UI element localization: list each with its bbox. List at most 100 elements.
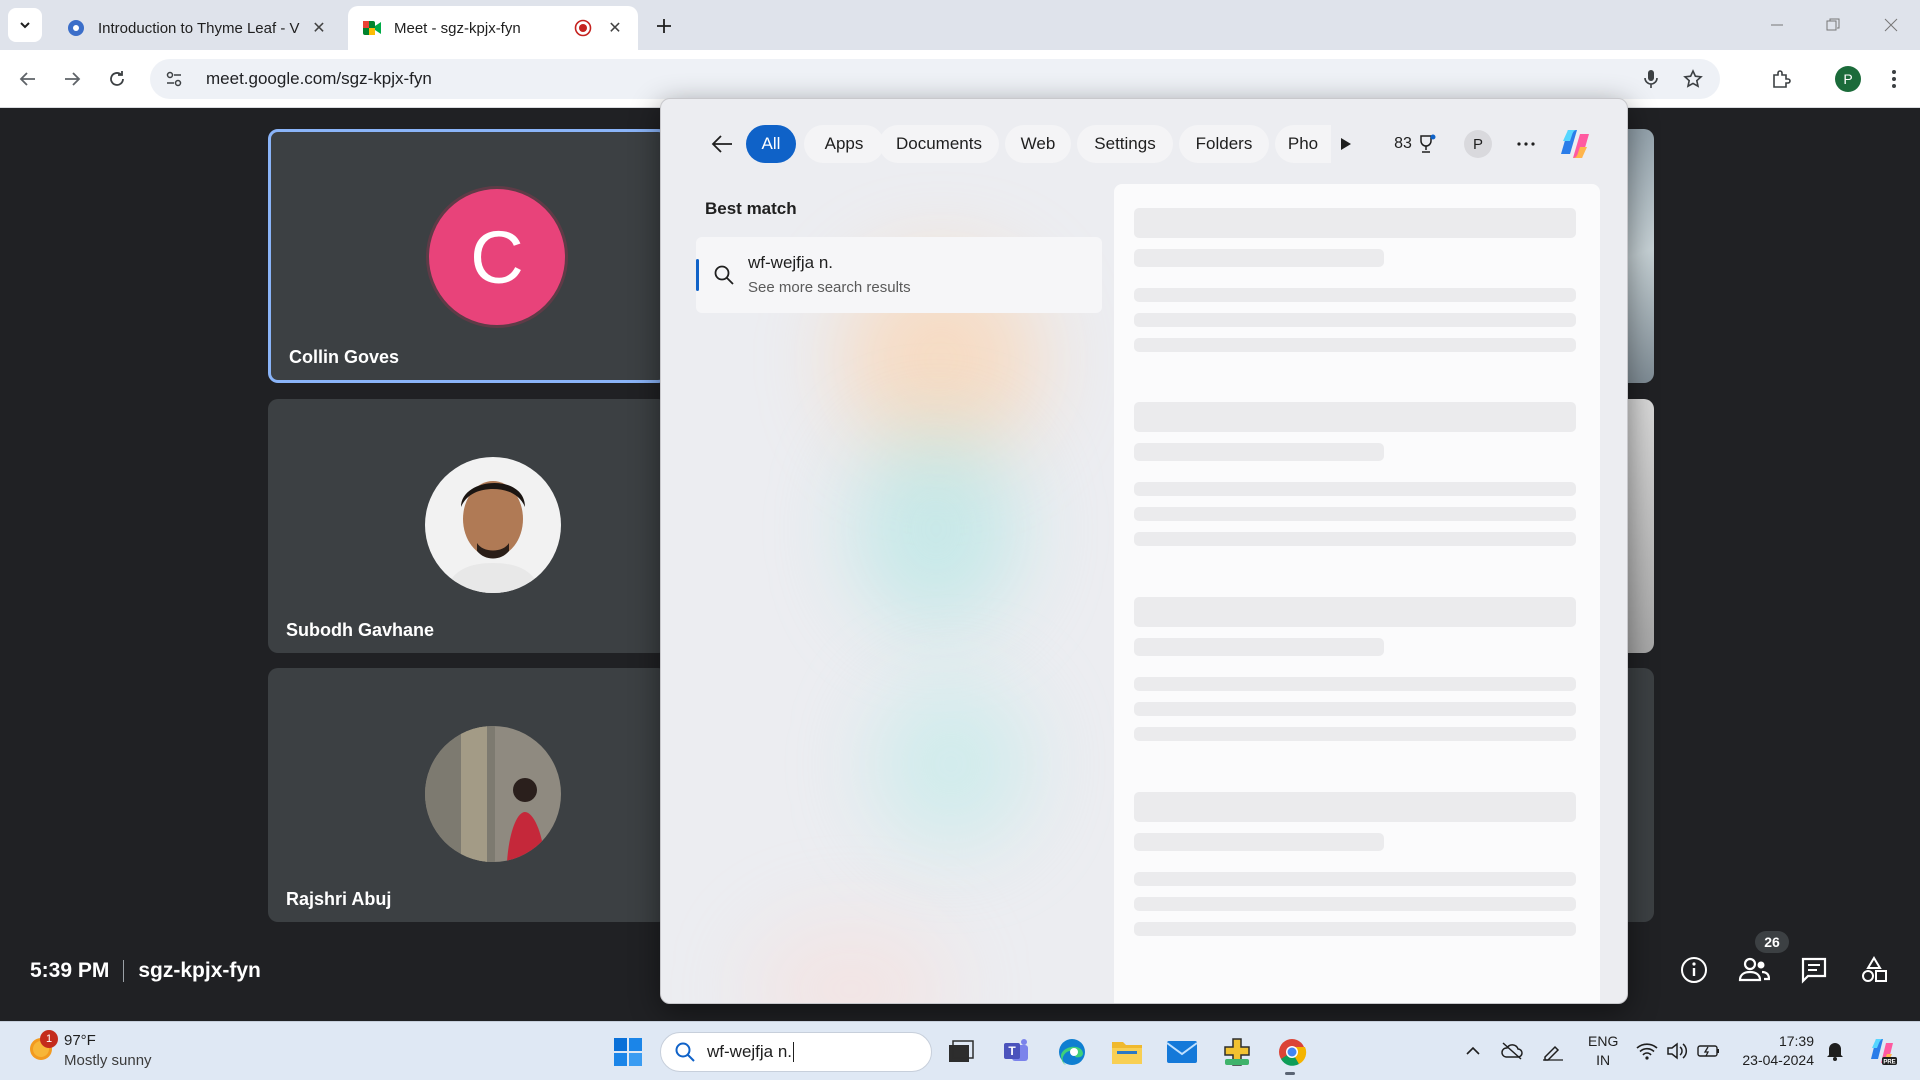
location-tray[interactable] — [1538, 1036, 1568, 1066]
minimize-button[interactable] — [1762, 10, 1792, 40]
loading-placeholder — [1134, 922, 1576, 936]
battery-tray[interactable] — [1694, 1036, 1724, 1066]
loading-placeholder — [1134, 507, 1576, 521]
weather-condition: Mostly sunny — [64, 1052, 152, 1069]
file-explorer-app[interactable] — [1107, 1032, 1147, 1072]
meeting-details-button[interactable] — [1674, 950, 1714, 990]
tab-meet[interactable]: Meet - sgz-kpjx-fyn ✕ — [348, 6, 638, 50]
browser-menu-button[interactable] — [1878, 63, 1910, 95]
filter-all[interactable]: All — [746, 125, 796, 163]
tab-title: Introduction to Thyme Leaf - V — [98, 19, 300, 37]
extensions-button[interactable] — [1765, 63, 1797, 95]
close-tab-icon[interactable]: ✕ — [310, 19, 328, 37]
system-clock[interactable]: 17:39 23-04-2024 — [1732, 1032, 1814, 1070]
best-match-heading: Best match — [705, 199, 797, 218]
cloud-off-icon — [1501, 1042, 1523, 1060]
rewards-points[interactable]: 83 — [1391, 129, 1439, 159]
back-button[interactable] — [12, 63, 44, 95]
arrow-left-icon — [19, 72, 35, 86]
close-tab-icon[interactable]: ✕ — [606, 19, 624, 37]
profile-button[interactable]: P — [1832, 63, 1864, 95]
tab-search-button[interactable] — [8, 8, 42, 42]
avatar — [425, 457, 561, 593]
browser-tab-bar: Introduction to Thyme Leaf - V ✕ Meet - … — [0, 0, 1920, 50]
filter-documents[interactable]: Documents — [879, 125, 999, 163]
more-vertical-icon — [1892, 70, 1896, 88]
restore-button[interactable] — [1818, 10, 1848, 40]
new-tab-button[interactable] — [650, 12, 678, 40]
loading-placeholder — [1134, 402, 1576, 432]
copilot-taskbar-button[interactable]: PRE — [1864, 1033, 1900, 1069]
url-text[interactable]: meet.google.com/sgz-kpjx-fyn — [206, 69, 1636, 89]
filter-apps[interactable]: Apps — [804, 125, 884, 163]
avatar: P — [1835, 66, 1861, 92]
task-view-button[interactable] — [941, 1032, 981, 1072]
loading-placeholder — [1134, 727, 1576, 741]
back-button[interactable] — [705, 127, 739, 161]
people-button[interactable] — [1734, 950, 1774, 990]
loading-placeholder — [1134, 443, 1384, 461]
site-settings-icon[interactable] — [162, 67, 186, 91]
search-result-item[interactable]: wf-wejfja n. See more search results — [696, 237, 1102, 313]
search-query[interactable]: wf-wejfja n. — [707, 1042, 792, 1061]
participant-tile-collin[interactable]: C Collin Goves — [268, 129, 668, 383]
copilot-button[interactable] — [1553, 122, 1597, 166]
copilot-icon — [1561, 130, 1589, 158]
filter-folders[interactable]: Folders — [1179, 125, 1269, 163]
search-flyout: All Apps Documents Web Settings Folders … — [660, 98, 1628, 1004]
meeting-code: sgz-kpjx-fyn — [138, 959, 261, 982]
taskbar-search-box[interactable]: wf-wejfja n. — [660, 1032, 932, 1072]
filter-web[interactable]: Web — [1005, 125, 1071, 163]
filter-settings[interactable]: Settings — [1077, 125, 1173, 163]
play-right-icon — [1341, 138, 1351, 150]
mail-icon — [1166, 1041, 1198, 1063]
recording-icon — [574, 19, 592, 37]
chrome-app[interactable] — [1272, 1032, 1312, 1072]
onedrive-tray[interactable] — [1497, 1036, 1527, 1066]
pen-icon — [1543, 1045, 1563, 1061]
copilot-icon: PRE — [1871, 1039, 1897, 1066]
loading-placeholder — [1134, 833, 1384, 851]
tab-thymeleaf[interactable]: Introduction to Thyme Leaf - V ✕ — [52, 6, 342, 50]
teams-app[interactable]: T — [997, 1032, 1037, 1072]
network-tray[interactable] — [1632, 1036, 1662, 1066]
pinned-app[interactable] — [1217, 1032, 1257, 1072]
avatar — [425, 726, 561, 862]
more-options-button[interactable] — [1509, 129, 1543, 159]
wifi-icon — [1636, 1043, 1658, 1060]
search-icon — [673, 1040, 697, 1064]
minimize-icon — [1771, 24, 1783, 26]
svg-text:PRE: PRE — [1883, 1060, 1895, 1066]
reload-button[interactable] — [101, 63, 133, 95]
mail-app[interactable] — [1162, 1032, 1202, 1072]
edge-app[interactable] — [1052, 1032, 1092, 1072]
forward-button[interactable] — [56, 63, 88, 95]
volume-tray[interactable] — [1662, 1036, 1692, 1066]
region-code: IN — [1596, 1052, 1611, 1068]
close-window-button[interactable] — [1876, 10, 1906, 40]
bookmark-star-icon[interactable] — [1678, 64, 1708, 94]
meet-favicon-icon — [362, 18, 382, 38]
account-button[interactable]: P — [1461, 129, 1495, 159]
activities-button[interactable] — [1854, 950, 1894, 990]
notifications-button[interactable] — [1820, 1036, 1850, 1066]
address-bar[interactable]: meet.google.com/sgz-kpjx-fyn — [150, 59, 1720, 99]
result-title: wf-wejfja n. — [748, 253, 834, 272]
participant-name: Subodh Gavhane — [286, 620, 435, 640]
microphone-icon[interactable] — [1636, 64, 1666, 94]
filter-photos[interactable]: Pho — [1275, 125, 1331, 163]
trophy-icon — [1420, 134, 1436, 153]
loading-placeholder — [1134, 532, 1576, 546]
notification-badge: 1 — [40, 1030, 58, 1048]
loading-placeholder — [1134, 249, 1384, 267]
participant-tile-subodh[interactable]: Subodh Gavhane — [268, 399, 668, 653]
chat-button[interactable] — [1794, 950, 1834, 990]
show-hidden-icons-button[interactable] — [1458, 1036, 1488, 1066]
search-filter-bar: All Apps Documents Web Settings Folders … — [661, 119, 1627, 169]
task-view-icon — [949, 1040, 974, 1062]
participant-tile-rajshri[interactable]: Rajshri Abuj — [268, 668, 668, 922]
more-filters-button[interactable] — [1329, 129, 1363, 159]
start-button[interactable] — [608, 1032, 648, 1072]
close-icon — [1884, 18, 1898, 32]
input-language[interactable]: ENG IN — [1588, 1032, 1618, 1070]
